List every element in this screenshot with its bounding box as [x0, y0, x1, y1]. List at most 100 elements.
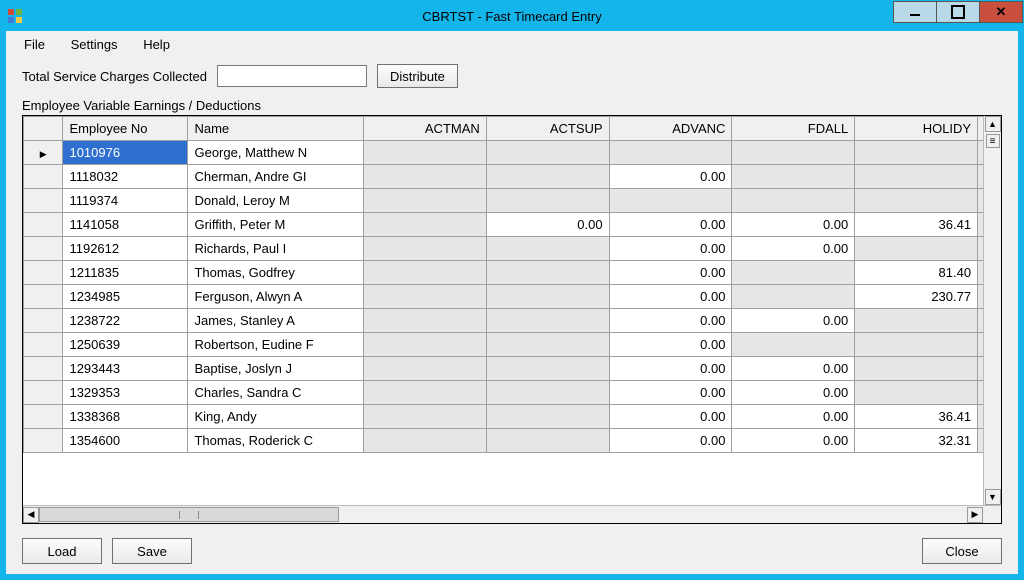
- cell-emp-no[interactable]: 1338368: [63, 405, 188, 429]
- table-row[interactable]: 1354600Thomas, Roderick C0.000.0032.31: [24, 429, 984, 453]
- cell-advanc[interactable]: 0.00: [609, 405, 732, 429]
- cell-emp-no[interactable]: 1238722: [63, 309, 188, 333]
- cell-name[interactable]: Baptise, Joslyn J: [188, 357, 363, 381]
- scroll-up-icon[interactable]: ▲: [985, 116, 1001, 132]
- row-header[interactable]: [24, 357, 63, 381]
- cell-name[interactable]: Griffith, Peter M: [188, 213, 363, 237]
- cell-actman[interactable]: [363, 213, 486, 237]
- cell-fdall[interactable]: [732, 165, 855, 189]
- table-row[interactable]: 1010976George, Matthew N: [24, 141, 984, 165]
- table-row[interactable]: 1211835Thomas, Godfrey0.0081.40: [24, 261, 984, 285]
- cell-actman[interactable]: [363, 405, 486, 429]
- col-actman[interactable]: ACTMAN: [363, 117, 486, 141]
- cell-actsup[interactable]: [486, 357, 609, 381]
- cell-holidy[interactable]: 81.40: [855, 261, 978, 285]
- row-header[interactable]: [24, 189, 63, 213]
- cell-holidy[interactable]: [855, 141, 978, 165]
- scroll-indicator-icon[interactable]: ≡: [986, 134, 1000, 148]
- table-row[interactable]: 1329353Charles, Sandra C0.000.00: [24, 381, 984, 405]
- row-header[interactable]: [24, 165, 63, 189]
- cell-name[interactable]: Thomas, Godfrey: [188, 261, 363, 285]
- scroll-down-icon[interactable]: ▼: [985, 489, 1001, 505]
- cell-actsup[interactable]: [486, 429, 609, 453]
- cell-actsup[interactable]: [486, 405, 609, 429]
- cell-name[interactable]: George, Matthew N: [188, 141, 363, 165]
- cell-advanc[interactable]: 0.00: [609, 165, 732, 189]
- cell-fdall[interactable]: 0.00: [732, 381, 855, 405]
- cell-actsup[interactable]: [486, 309, 609, 333]
- col-emp-no[interactable]: Employee No: [63, 117, 188, 141]
- cell-fdall[interactable]: 0.00: [732, 309, 855, 333]
- cell-actsup[interactable]: [486, 189, 609, 213]
- minimize-button[interactable]: [893, 1, 937, 23]
- close-button[interactable]: Close: [922, 538, 1002, 564]
- cell-advanc[interactable]: 0.00: [609, 285, 732, 309]
- cell-holidy[interactable]: [855, 165, 978, 189]
- cell-actsup[interactable]: [486, 285, 609, 309]
- scroll-right-icon[interactable]: ▶: [967, 507, 983, 523]
- cell-actsup[interactable]: [486, 261, 609, 285]
- charges-input[interactable]: [217, 65, 367, 87]
- col-actsup[interactable]: ACTSUP: [486, 117, 609, 141]
- vertical-scrollbar[interactable]: ▲ ≡ ▼: [983, 116, 1001, 505]
- cell-fdall[interactable]: 0.00: [732, 237, 855, 261]
- menu-help[interactable]: Help: [143, 37, 170, 52]
- cell-advanc[interactable]: [609, 141, 732, 165]
- cell-holidy[interactable]: 36.41: [855, 213, 978, 237]
- table-row[interactable]: 1338368King, Andy0.000.0036.41: [24, 405, 984, 429]
- table-row[interactable]: 1118032Cherman, Andre GI0.00: [24, 165, 984, 189]
- cell-advanc[interactable]: [609, 189, 732, 213]
- cell-actsup[interactable]: [486, 237, 609, 261]
- cell-holidy[interactable]: [855, 381, 978, 405]
- table-row[interactable]: 1293443Baptise, Joslyn J0.000.00: [24, 357, 984, 381]
- row-header[interactable]: [24, 405, 63, 429]
- cell-actman[interactable]: [363, 189, 486, 213]
- cell-holidy[interactable]: 32.31: [855, 429, 978, 453]
- cell-fdall[interactable]: [732, 285, 855, 309]
- cell-actsup[interactable]: [486, 333, 609, 357]
- cell-actsup[interactable]: [486, 141, 609, 165]
- cell-name[interactable]: Charles, Sandra C: [188, 381, 363, 405]
- cell-holidy[interactable]: [855, 237, 978, 261]
- cell-emp-no[interactable]: 1010976: [63, 141, 188, 165]
- cell-emp-no[interactable]: 1119374: [63, 189, 188, 213]
- cell-emp-no[interactable]: 1329353: [63, 381, 188, 405]
- cell-actman[interactable]: [363, 309, 486, 333]
- cell-actman[interactable]: [363, 285, 486, 309]
- row-header[interactable]: [24, 213, 63, 237]
- grid-scroll-area[interactable]: Employee No Name ACTMAN ACTSUP ADVANC FD…: [23, 116, 983, 505]
- cell-name[interactable]: Richards, Paul I: [188, 237, 363, 261]
- cell-holidy[interactable]: 230.77: [855, 285, 978, 309]
- row-header[interactable]: [24, 333, 63, 357]
- cell-advanc[interactable]: 0.00: [609, 261, 732, 285]
- cell-actman[interactable]: [363, 381, 486, 405]
- col-name[interactable]: Name: [188, 117, 363, 141]
- row-header[interactable]: [24, 285, 63, 309]
- cell-actman[interactable]: [363, 237, 486, 261]
- cell-name[interactable]: King, Andy: [188, 405, 363, 429]
- cell-holidy[interactable]: [855, 333, 978, 357]
- cell-holidy[interactable]: [855, 309, 978, 333]
- cell-emp-no[interactable]: 1118032: [63, 165, 188, 189]
- cell-emp-no[interactable]: 1234985: [63, 285, 188, 309]
- cell-actman[interactable]: [363, 165, 486, 189]
- menu-settings[interactable]: Settings: [71, 37, 118, 52]
- menu-file[interactable]: File: [24, 37, 45, 52]
- grid-corner-header[interactable]: [24, 117, 63, 141]
- table-row[interactable]: 1192612Richards, Paul I0.000.00: [24, 237, 984, 261]
- titlebar[interactable]: CBRTST - Fast Timecard Entry: [1, 1, 1023, 31]
- col-fdall[interactable]: FDALL: [732, 117, 855, 141]
- cell-emp-no[interactable]: 1141058: [63, 213, 188, 237]
- horizontal-scrollbar[interactable]: ◀ ▶: [23, 505, 1001, 523]
- table-row[interactable]: 1234985Ferguson, Alwyn A0.00230.77: [24, 285, 984, 309]
- cell-actsup[interactable]: [486, 381, 609, 405]
- cell-fdall[interactable]: [732, 189, 855, 213]
- cell-actman[interactable]: [363, 333, 486, 357]
- table-row[interactable]: 1141058Griffith, Peter M0.000.000.0036.4…: [24, 213, 984, 237]
- cell-actman[interactable]: [363, 429, 486, 453]
- cell-advanc[interactable]: 0.00: [609, 357, 732, 381]
- row-header[interactable]: [24, 381, 63, 405]
- cell-advanc[interactable]: 0.00: [609, 429, 732, 453]
- cell-fdall[interactable]: 0.00: [732, 357, 855, 381]
- cell-fdall[interactable]: 0.00: [732, 429, 855, 453]
